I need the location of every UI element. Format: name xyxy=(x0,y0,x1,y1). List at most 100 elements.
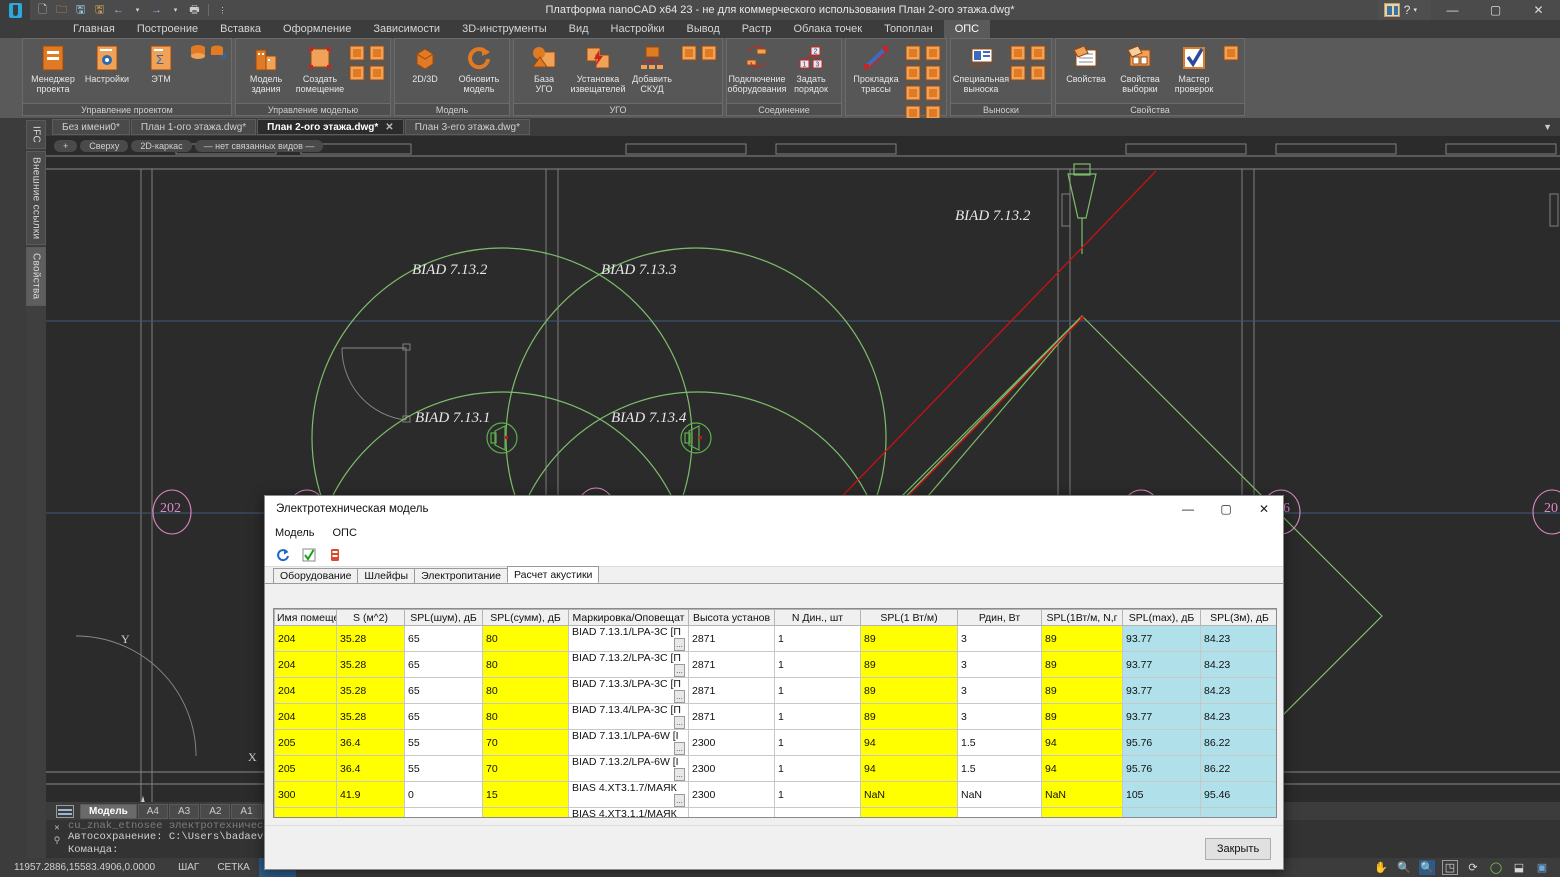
status-button-0[interactable]: ШАГ xyxy=(169,858,208,877)
table-cell[interactable]: 1 xyxy=(775,730,861,756)
room-chart-icon[interactable] xyxy=(368,64,386,82)
qat-more-icon[interactable]: ⋮ xyxy=(214,2,231,19)
table-cell[interactable]: 15 xyxy=(483,808,569,819)
table-column-header[interactable]: SPL(1Вт/м, N,г xyxy=(1042,610,1123,626)
table-cell[interactable]: 300 xyxy=(275,782,337,808)
table-cell[interactable]: 205 xyxy=(275,756,337,782)
table-cell[interactable]: 80 xyxy=(483,626,569,652)
table-cell[interactable]: 84.23 xyxy=(1201,626,1278,652)
dialog-close-button[interactable]: ✕ xyxy=(1245,496,1283,522)
ribbon-tab-strip[interactable]: ГлавнаяПостроениеВставкаОформлениеЗависи… xyxy=(0,20,1560,38)
table-cell[interactable]: 15 xyxy=(483,782,569,808)
redo-caret-icon[interactable]: ▾ xyxy=(167,2,184,19)
command-close-icon[interactable]: ✕ xyxy=(50,822,64,835)
room-point-icon[interactable] xyxy=(348,64,366,82)
table-cell[interactable]: 105 xyxy=(1123,782,1201,808)
dialog-maximize-button[interactable]: ▢ xyxy=(1207,496,1245,522)
dialog-tab-0[interactable]: Оборудование xyxy=(273,568,358,583)
table-cell[interactable]: 84.23 xyxy=(1201,652,1278,678)
layout-tab-4[interactable]: A1 xyxy=(231,804,261,819)
close-dialog-button[interactable]: Закрыть xyxy=(1205,838,1271,860)
table-cell[interactable]: 1.5 xyxy=(958,730,1042,756)
clean-screen-icon[interactable]: ⬓ xyxy=(1511,860,1527,875)
ribbon-tab-3[interactable]: Оформление xyxy=(272,20,362,38)
ribbon-button-special-callout[interactable]: Специальнаявыноска xyxy=(955,41,1007,94)
table-cell[interactable]: BIAD 7.13.3/LPA-3C [П... xyxy=(569,678,689,704)
table-cell[interactable]: 2871 xyxy=(689,704,775,730)
table-cell[interactable]: NaN xyxy=(1042,808,1123,819)
table-cell[interactable]: 95.76 xyxy=(1123,756,1201,782)
table-cell[interactable]: 89 xyxy=(1042,626,1123,652)
table-cell[interactable]: 205 xyxy=(275,730,337,756)
viewport-controls[interactable]: +Сверху2D-каркас— нет связанных видов — xyxy=(54,140,323,152)
table-cell[interactable]: 93.77 xyxy=(1123,626,1201,652)
table-cell[interactable]: 36.4 xyxy=(337,730,405,756)
room-height-icon[interactable] xyxy=(368,44,386,62)
check-green-icon[interactable] xyxy=(300,547,317,564)
callout-table-icon[interactable] xyxy=(1029,44,1047,62)
table-cell[interactable]: 2300 xyxy=(689,730,775,756)
table-cell[interactable]: 2871 xyxy=(689,626,775,652)
room-edit-icon[interactable] xyxy=(348,44,366,62)
side-tab-2[interactable]: Свойства xyxy=(26,247,46,305)
table-cell[interactable]: NaN xyxy=(958,782,1042,808)
document-tab-0[interactable]: Без имени0* xyxy=(52,119,130,135)
callout-list-icon[interactable] xyxy=(1029,64,1047,82)
dialog-tab-2[interactable]: Электропитание xyxy=(414,568,508,583)
table-cell[interactable]: 70 xyxy=(483,756,569,782)
table-cell[interactable]: 93.77 xyxy=(1123,704,1201,730)
table-cell[interactable]: BIAD 7.13.4/LPA-3C [П... xyxy=(569,704,689,730)
table-cell[interactable]: 2871 xyxy=(689,678,775,704)
table-cell[interactable]: BIAD 7.13.1/LPA-6W [I... xyxy=(569,730,689,756)
undo-caret-icon[interactable]: ▾ xyxy=(129,2,146,19)
table-cell[interactable]: 35.28 xyxy=(337,626,405,652)
table-column-header[interactable]: S (м^2) xyxy=(337,610,405,626)
stop-red-icon[interactable] xyxy=(326,547,343,564)
table-cell[interactable]: 35.28 xyxy=(337,652,405,678)
help-caret-icon[interactable]: ▾ xyxy=(1413,6,1417,14)
table-cell[interactable]: 1 xyxy=(775,626,861,652)
table-cell[interactable]: 3 xyxy=(958,626,1042,652)
table-cell[interactable]: 1 xyxy=(775,704,861,730)
menu-item-ops[interactable]: ОПС xyxy=(332,527,356,539)
table-cell[interactable]: 84.23 xyxy=(1201,678,1278,704)
table-cell[interactable]: 65 xyxy=(405,704,483,730)
table-cell[interactable]: 1 xyxy=(775,808,861,819)
table-row[interactable]: 30041.9015BIAS 4.XT3.1.7/МАЯК...23001NaN… xyxy=(275,782,1278,808)
open-icon[interactable]: 🗀 xyxy=(53,2,70,19)
table-cell[interactable]: 93.77 xyxy=(1123,678,1201,704)
document-tab-2[interactable]: План 2-ого этажа.dwg*✕ xyxy=(257,119,404,135)
minimize-button[interactable]: — xyxy=(1431,0,1474,20)
table-cell[interactable]: 84.23 xyxy=(1201,704,1278,730)
maximize-button[interactable]: ▢ xyxy=(1474,0,1517,20)
table-cell[interactable]: 1 xyxy=(775,756,861,782)
table-cell[interactable]: 94 xyxy=(1042,730,1123,756)
table-cell[interactable]: 86.22 xyxy=(1201,756,1278,782)
ribbon-tab-2[interactable]: Вставка xyxy=(209,20,272,38)
cell-ellipsis-button[interactable]: ... xyxy=(674,716,685,729)
command-pin-icon[interactable]: ⚲ xyxy=(50,835,64,848)
dialog-minimize-button[interactable]: — xyxy=(1169,496,1207,522)
table-column-header[interactable]: Маркировка/Оповещат xyxy=(569,610,689,626)
cell-ellipsis-button[interactable]: ... xyxy=(674,664,685,677)
table-row[interactable]: 20435.286580BIAD 7.13.4/LPA-3C [П...2871… xyxy=(275,704,1278,730)
route-snap-icon[interactable] xyxy=(924,64,942,82)
ribbon-button-detector-install[interactable]: Установкаизвещателей xyxy=(572,41,624,94)
dialog-tab-strip[interactable]: ОборудованиеШлейфыЭлектропитаниеРасчет а… xyxy=(265,567,1283,584)
fullscreen-icon[interactable]: ▣ xyxy=(1534,860,1550,875)
layout-tab-2[interactable]: A3 xyxy=(169,804,199,819)
ribbon-tab-12[interactable]: ОПС xyxy=(944,20,990,38)
side-tab-0[interactable]: IFC xyxy=(26,120,46,149)
table-cell[interactable]: 89 xyxy=(1042,652,1123,678)
ribbon-button-refresh-model[interactable]: Обновитьмодель xyxy=(453,41,505,94)
pan-icon[interactable]: ✋ xyxy=(1373,860,1389,875)
table-cell[interactable]: 2300 xyxy=(689,808,775,819)
cell-ellipsis-button[interactable]: ... xyxy=(674,638,685,651)
circle-icon[interactable]: ◯ xyxy=(1488,860,1504,875)
table-cell[interactable]: 2300 xyxy=(689,756,775,782)
cell-ellipsis-button[interactable]: ... xyxy=(674,794,685,807)
database-export-icon[interactable] xyxy=(209,44,227,62)
cell-ellipsis-button[interactable]: ... xyxy=(674,690,685,703)
table-row[interactable]: 20435.286580BIAD 7.13.2/LPA-3C [П...2871… xyxy=(275,652,1278,678)
table-cell[interactable]: 89 xyxy=(861,704,958,730)
